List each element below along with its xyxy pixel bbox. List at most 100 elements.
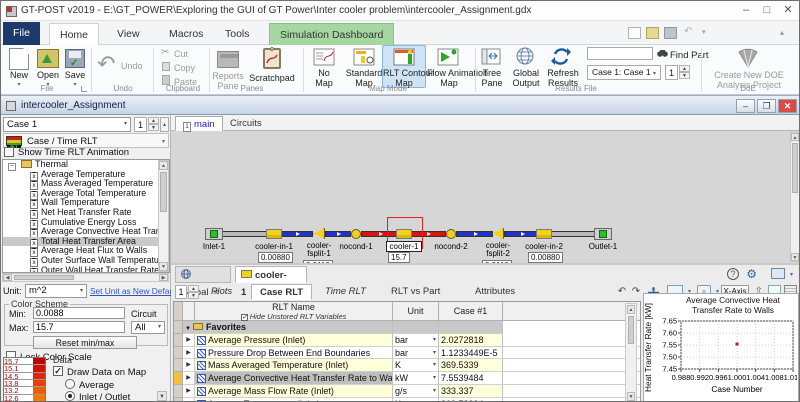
- new-file-icon[interactable]: [9, 48, 29, 70]
- tree-pane-icon[interactable]: [481, 48, 501, 65]
- maximize-button[interactable]: □: [758, 3, 776, 18]
- doc-minimize-button[interactable]: –: [736, 99, 755, 113]
- unit-dropdown-caret[interactable]: ▾: [433, 334, 436, 346]
- rlt-row-value[interactable]: 369.53394: [439, 397, 503, 401]
- rlt-row-value[interactable]: 333.337: [439, 385, 503, 398]
- ribbon-tab-simulation-dashboard[interactable]: Simulation Dashboard: [269, 23, 395, 45]
- case-select[interactable]: Case 1 ▾: [3, 117, 131, 132]
- min-input[interactable]: [33, 307, 125, 319]
- collapse-caret-icon[interactable]: ▼: [185, 326, 191, 332]
- row-expander-icon[interactable]: ▶: [183, 359, 195, 373]
- part-outlet-1[interactable]: [594, 228, 612, 240]
- bottom-case-spinbox[interactable]: 1: [175, 285, 187, 299]
- rlt-row-value[interactable]: 7.5539484: [439, 372, 503, 385]
- rlt-row-unit-select[interactable]: K▾: [393, 397, 439, 402]
- global-output-icon[interactable]: [515, 47, 535, 66]
- ribbon-case-select[interactable]: Case 1: Case 1 ▾: [587, 65, 661, 80]
- file-dialog-launcher-icon[interactable]: [81, 86, 87, 92]
- part-cooler-fsplit-1[interactable]: [313, 228, 325, 239]
- scratchpad-icon[interactable]: [263, 47, 281, 69]
- flow-diagram[interactable]: Inlet-1 cooler-in-1 0.00880 cooler-fsplit-1…: [171, 131, 799, 271]
- tab-time-rlt[interactable]: Time RLT: [317, 284, 374, 300]
- unit-dropdown-caret[interactable]: ▾: [433, 359, 436, 371]
- standard-map-icon[interactable]: [353, 48, 375, 66]
- minimize-button[interactable]: –: [737, 3, 755, 18]
- rlt-row-unit-select[interactable]: K▾: [393, 359, 439, 373]
- bottom-case-spin-arrows[interactable]: ▲ ▼: [188, 285, 199, 299]
- tab-attributes[interactable]: Attributes: [467, 284, 523, 300]
- map-canvas[interactable]: 1 main Circuits Inlet-1 cooler-in-1 0.00880 c…: [171, 115, 799, 271]
- flow-animation-map-icon[interactable]: [437, 48, 459, 66]
- rlt-row-name[interactable]: Average Convective Heat Transfer Rate to…: [195, 372, 393, 385]
- average-radio[interactable]: [65, 379, 75, 389]
- rlt-row-value[interactable]: 2.0272818: [439, 333, 503, 347]
- ribbon-collapse-icon[interactable]: ▴: [780, 27, 793, 39]
- rlt-contour-map-icon[interactable]: [393, 48, 415, 66]
- no-map-icon[interactable]: [313, 48, 335, 66]
- find-part-label[interactable]: Find Part: [670, 50, 709, 61]
- column-header-case1[interactable]: Case #1: [439, 302, 503, 321]
- tree-vscrollbar[interactable]: ▲ ▼: [158, 160, 169, 272]
- favorites-group-row[interactable]: ▼ Favorites: [183, 321, 393, 334]
- rlt-row-name[interactable]: Mass Averaged Temperature (Inlet): [195, 359, 393, 373]
- tree-pane-button[interactable]: Tree Pane: [477, 68, 507, 88]
- doc-close-button[interactable]: ✕: [778, 99, 797, 113]
- canvas-tab-circuits[interactable]: Circuits: [223, 116, 269, 131]
- rlt-row-unit-select[interactable]: bar ▾: [393, 346, 439, 360]
- no-map-button[interactable]: No Map: [307, 68, 341, 88]
- close-button[interactable]: ✕: [779, 3, 797, 18]
- rlt-tree[interactable]: − Thermal x Average Temperature x Mass Averag…: [2, 159, 170, 273]
- help-icon[interactable]: ?: [727, 268, 739, 280]
- rlt-row-unit-select[interactable]: g/s ▾: [393, 385, 439, 398]
- window-layout-caret[interactable]: ▾: [790, 271, 793, 278]
- doc-tab-cooler-1[interactable]: cooler-1✕: [235, 266, 307, 298]
- save-button[interactable]: Save: [61, 70, 89, 80]
- set-unit-default-link[interactable]: Set Unit as New Default?: [90, 286, 183, 296]
- max-input[interactable]: [33, 321, 125, 333]
- part-cooler-in-2[interactable]: [536, 229, 552, 239]
- window-layout-icon[interactable]: [771, 268, 785, 279]
- tab-rlt-vs-part[interactable]: RLT vs Part: [383, 284, 448, 300]
- open-button[interactable]: Open: [34, 70, 62, 80]
- rlt-row-unit-select[interactable]: bar ▾: [393, 333, 439, 347]
- qat-save-icon[interactable]: [664, 27, 677, 39]
- rlt-row-name[interactable]: Average Pressure (Inlet): [195, 333, 393, 347]
- refresh-results-icon[interactable]: [551, 47, 571, 66]
- save-icon[interactable]: ✓: [65, 49, 85, 69]
- find-part-input[interactable]: [587, 47, 653, 60]
- rlt-row-unit-select[interactable]: kW ▾: [393, 372, 439, 385]
- ribbon-tab-view[interactable]: View: [107, 23, 150, 45]
- part-nocond-2[interactable]: [446, 229, 456, 239]
- tree-hscrollbar[interactable]: ◀ ▶: [2, 273, 169, 282]
- qat-new-icon[interactable]: [628, 27, 641, 39]
- rlt-mode-select[interactable]: RLT Case / Time RLT ▾: [3, 133, 169, 149]
- plot-undo-icon[interactable]: ↶: [615, 285, 629, 299]
- scratchpad-button[interactable]: Scratchpad: [245, 73, 299, 83]
- row-expander-icon[interactable]: ▶: [183, 385, 195, 398]
- tab-plots[interactable]: Plots: [203, 284, 240, 300]
- open-file-icon[interactable]: [37, 49, 59, 68]
- column-header-rlt-name[interactable]: RLT Name ✓ Hide Unstored RLT Variables: [195, 302, 393, 321]
- rlt-row-name[interactable]: Average Temperature (Inlet): [195, 397, 393, 401]
- tab-case-rlt[interactable]: Case RLT: [251, 284, 313, 300]
- ribbon-tab-tools[interactable]: Tools: [215, 23, 260, 45]
- canvas-tab-main[interactable]: 1 main: [175, 116, 223, 132]
- column-header-unit[interactable]: Unit: [393, 302, 439, 321]
- unit-dropdown-caret[interactable]: ▾: [433, 398, 436, 402]
- settings-gear-icon[interactable]: ⚙: [746, 267, 757, 281]
- doc-restore-button[interactable]: ❐: [757, 99, 776, 113]
- rlt-row-value[interactable]: 369.5339: [439, 359, 503, 373]
- row-expander-icon[interactable]: ▶: [183, 372, 195, 385]
- unit-select[interactable]: m^2 ▾: [25, 284, 87, 298]
- flow-animation-map-button[interactable]: Flow Animation Map: [427, 68, 488, 88]
- rlt-row-name[interactable]: Pressure Drop Between End Boundaries: [195, 346, 393, 360]
- rlt-table[interactable]: RLT Name ✓ Hide Unstored RLT Variables Uni…: [173, 301, 641, 402]
- global-output-button[interactable]: Global Output: [509, 68, 543, 88]
- row-expander-icon[interactable]: ▶: [183, 346, 195, 360]
- ribbon-tab-home[interactable]: Home: [49, 23, 100, 45]
- ribbon-tab-file[interactable]: File: [3, 22, 40, 45]
- qat-dropdown-icon[interactable]: ▾: [702, 27, 715, 39]
- ribbon-tab-macros[interactable]: Macros: [159, 23, 213, 45]
- case-spin-arrows[interactable]: ▲ ▼: [148, 117, 159, 131]
- sidebar-collapse-button[interactable]: ▴: [160, 117, 169, 132]
